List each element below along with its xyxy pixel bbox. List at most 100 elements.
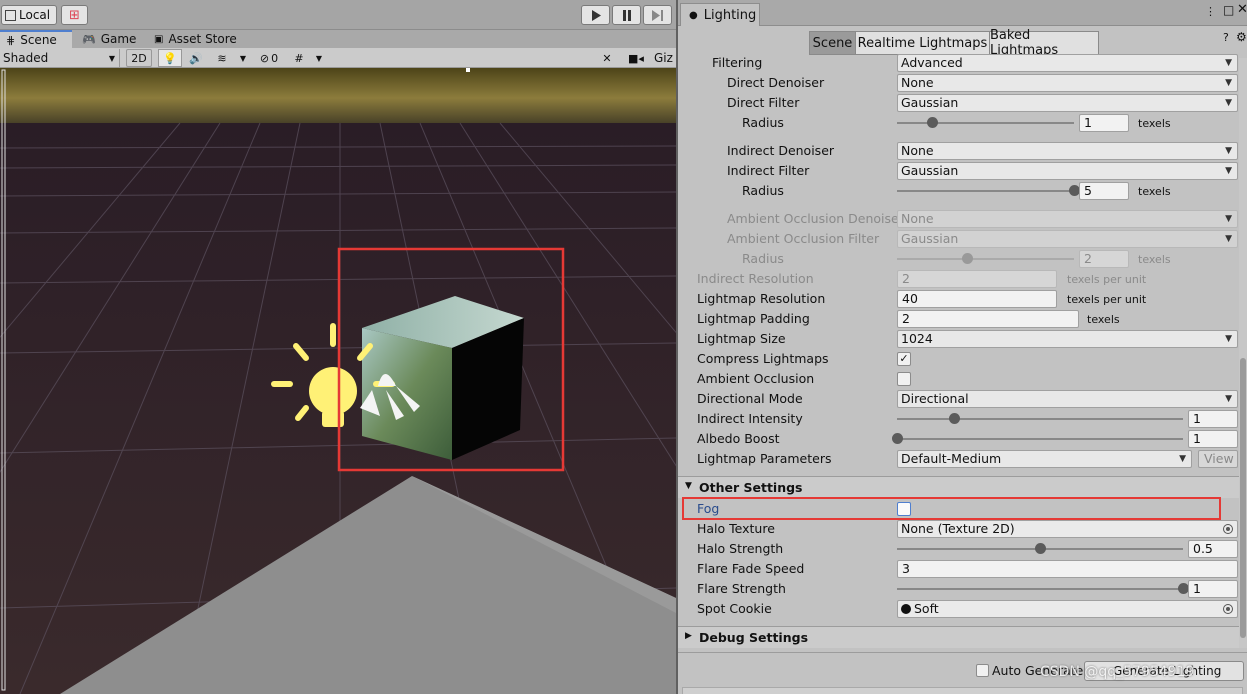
hidden-count: 0 xyxy=(271,51,279,65)
tab-scene[interactable]: ⋕ Scene xyxy=(0,30,72,48)
albedo-boost-field[interactable]: 1 xyxy=(1188,430,1238,448)
indirect-denoiser-dropdown[interactable]: None xyxy=(897,142,1238,160)
grid-dropdown[interactable]: ▼ xyxy=(312,49,326,67)
snap-grid-button[interactable]: ⊞ xyxy=(61,5,88,25)
camera-settings-button[interactable]: ■◂ xyxy=(620,49,652,67)
lightmap-size-dropdown[interactable]: 1024 xyxy=(897,330,1238,348)
lightmap-resolution-field[interactable]: 40 xyxy=(897,290,1057,308)
ao-denoiser-dropdown[interactable]: None xyxy=(897,210,1238,228)
settings-icon[interactable]: ⚙ xyxy=(1236,30,1247,44)
filtering-label: Filtering xyxy=(712,55,763,70)
gizmos-dropdown[interactable]: Giz xyxy=(654,49,676,67)
slider-knob[interactable] xyxy=(962,253,974,264)
indirect-filter-dropdown[interactable]: Gaussian xyxy=(897,162,1238,180)
object-picker-icon[interactable] xyxy=(1223,604,1233,614)
subtab-baked-lightmaps[interactable]: Baked Lightmaps xyxy=(989,28,1099,58)
row-lightmap-parameters: Lightmap Parameters Default-Medium View xyxy=(678,449,1238,469)
store-icon: ▣ xyxy=(154,33,164,45)
direct-radius-field[interactable]: 1 xyxy=(1079,114,1129,132)
lighting-toggle[interactable]: 💡 xyxy=(158,49,182,67)
subtab-scene[interactable]: Scene xyxy=(809,31,856,55)
step-button[interactable] xyxy=(643,5,672,25)
indirect-resolution-field[interactable]: 2 xyxy=(897,270,1057,288)
draw-mode-value: Shaded xyxy=(3,51,49,65)
mode-2d-toggle[interactable]: 2D xyxy=(126,49,152,67)
pivot-rotation-toggle[interactable]: Local xyxy=(1,5,57,25)
directional-mode-dropdown[interactable]: Directional xyxy=(897,390,1238,408)
gizmos-label: Giz xyxy=(654,51,673,65)
row-indirect-filter: Indirect Filter Gaussian xyxy=(678,161,1238,181)
tools-button[interactable]: ✕ xyxy=(596,49,618,67)
direct-radius-slider[interactable] xyxy=(897,117,1074,128)
slider-knob[interactable] xyxy=(1177,583,1189,594)
ao-radius-field[interactable]: 2 xyxy=(1079,250,1129,268)
slider-knob[interactable] xyxy=(926,117,938,128)
indirect-radius-slider[interactable] xyxy=(897,185,1080,196)
scene-viewport[interactable] xyxy=(0,68,676,694)
halo-texture-field[interactable]: None (Texture 2D) xyxy=(897,520,1238,538)
slider-knob[interactable] xyxy=(1034,543,1046,554)
ambient-occlusion-label: Ambient Occlusion xyxy=(697,371,815,386)
play-button[interactable] xyxy=(581,5,610,25)
halo-strength-field[interactable]: 0.5 xyxy=(1188,540,1238,558)
debug-settings-header[interactable]: ▶ Debug Settings xyxy=(678,626,1239,648)
halo-strength-slider[interactable] xyxy=(897,543,1183,554)
pause-button[interactable] xyxy=(612,5,641,25)
tab-lighting[interactable]: ● Lighting xyxy=(680,3,760,26)
indirect-filter-label: Indirect Filter xyxy=(727,163,810,178)
maximize-icon[interactable]: □ xyxy=(1223,3,1234,17)
indirect-intensity-slider[interactable] xyxy=(897,413,1183,424)
help-icon[interactable]: ? xyxy=(1223,31,1229,44)
object-picker-icon[interactable] xyxy=(1223,524,1233,534)
directional-mode-label: Directional Mode xyxy=(697,391,803,406)
scene-icon: ⋕ xyxy=(6,33,16,47)
row-indirect-intensity: Indirect Intensity 1 xyxy=(678,409,1238,429)
auto-generate-checkbox[interactable] xyxy=(976,664,989,677)
compress-lightmaps-checkbox[interactable]: ✓ xyxy=(897,352,911,366)
flare-strength-slider[interactable] xyxy=(897,583,1189,594)
debug-settings-title: Debug Settings xyxy=(699,630,809,645)
slider-knob[interactable] xyxy=(1068,185,1080,196)
tab-asset-store[interactable]: ▣ Asset Store xyxy=(148,30,248,48)
ambient-occlusion-checkbox[interactable] xyxy=(897,372,911,386)
slider-knob[interactable] xyxy=(948,413,960,424)
view-button[interactable]: View xyxy=(1198,450,1238,468)
flare-fade-speed-field[interactable]: 3 xyxy=(897,560,1238,578)
other-settings-header[interactable]: ▼ Other Settings xyxy=(678,476,1239,498)
row-flare-strength: Flare Strength 1 xyxy=(678,579,1238,599)
ao-filter-dropdown[interactable]: Gaussian xyxy=(897,230,1238,248)
window-menu-icon[interactable]: ⋮ xyxy=(1205,5,1216,18)
indirect-intensity-field[interactable]: 1 xyxy=(1188,410,1238,428)
filtering-dropdown[interactable]: Advanced xyxy=(897,54,1238,72)
row-indirect-radius: Radius 5 texels xyxy=(678,181,1233,201)
tab-game[interactable]: 🎮 Game xyxy=(76,30,146,48)
slider-knob[interactable] xyxy=(891,433,903,444)
direct-denoiser-label: Direct Denoiser xyxy=(727,75,825,90)
subtab-realtime-lightmaps[interactable]: Realtime Lightmaps xyxy=(855,31,990,55)
albedo-boost-slider[interactable] xyxy=(891,433,1183,444)
draw-mode-dropdown[interactable]: Shaded ▼ xyxy=(0,49,120,67)
bake-progress-area xyxy=(682,687,1243,694)
hidden-objects-toggle[interactable]: ⊘ 0 xyxy=(254,49,284,67)
flare-strength-field[interactable]: 1 xyxy=(1188,580,1238,598)
direct-denoiser-dropdown[interactable]: None xyxy=(897,74,1238,92)
ao-filter-label: Ambient Occlusion Filter xyxy=(727,231,880,246)
lightmap-parameters-dropdown[interactable]: Default-Medium xyxy=(897,450,1192,468)
lightmap-padding-field[interactable]: 2 xyxy=(897,310,1079,328)
halo-texture-value: None (Texture 2D) xyxy=(901,521,1015,536)
ao-radius-slider[interactable] xyxy=(897,253,1074,264)
effects-dropdown[interactable]: ▼ xyxy=(236,49,250,67)
row-lightmap-padding: Lightmap Padding 2 texels xyxy=(678,309,1233,329)
direct-filter-dropdown[interactable]: Gaussian xyxy=(897,94,1238,112)
scrollbar-thumb[interactable] xyxy=(1240,358,1246,638)
audio-toggle[interactable]: 🔊 xyxy=(184,49,208,67)
spot-cookie-field[interactable]: Soft xyxy=(897,600,1238,618)
subtab-realtime-label: Realtime Lightmaps xyxy=(857,35,988,51)
indirect-radius-field[interactable]: 5 xyxy=(1079,182,1129,200)
eye-slash-icon: ⊘ xyxy=(259,51,270,65)
scene-view-toolbar: Shaded ▼ 2D 💡 🔊 ≋ ▼ ⊘ 0 # ▼ ✕ ■◂ Giz xyxy=(0,48,676,68)
close-icon[interactable]: ✕ xyxy=(1237,2,1247,17)
effects-toggle[interactable]: ≋ xyxy=(210,49,234,67)
scrollbar[interactable] xyxy=(1239,58,1247,648)
grid-toggle[interactable]: # xyxy=(288,49,310,67)
